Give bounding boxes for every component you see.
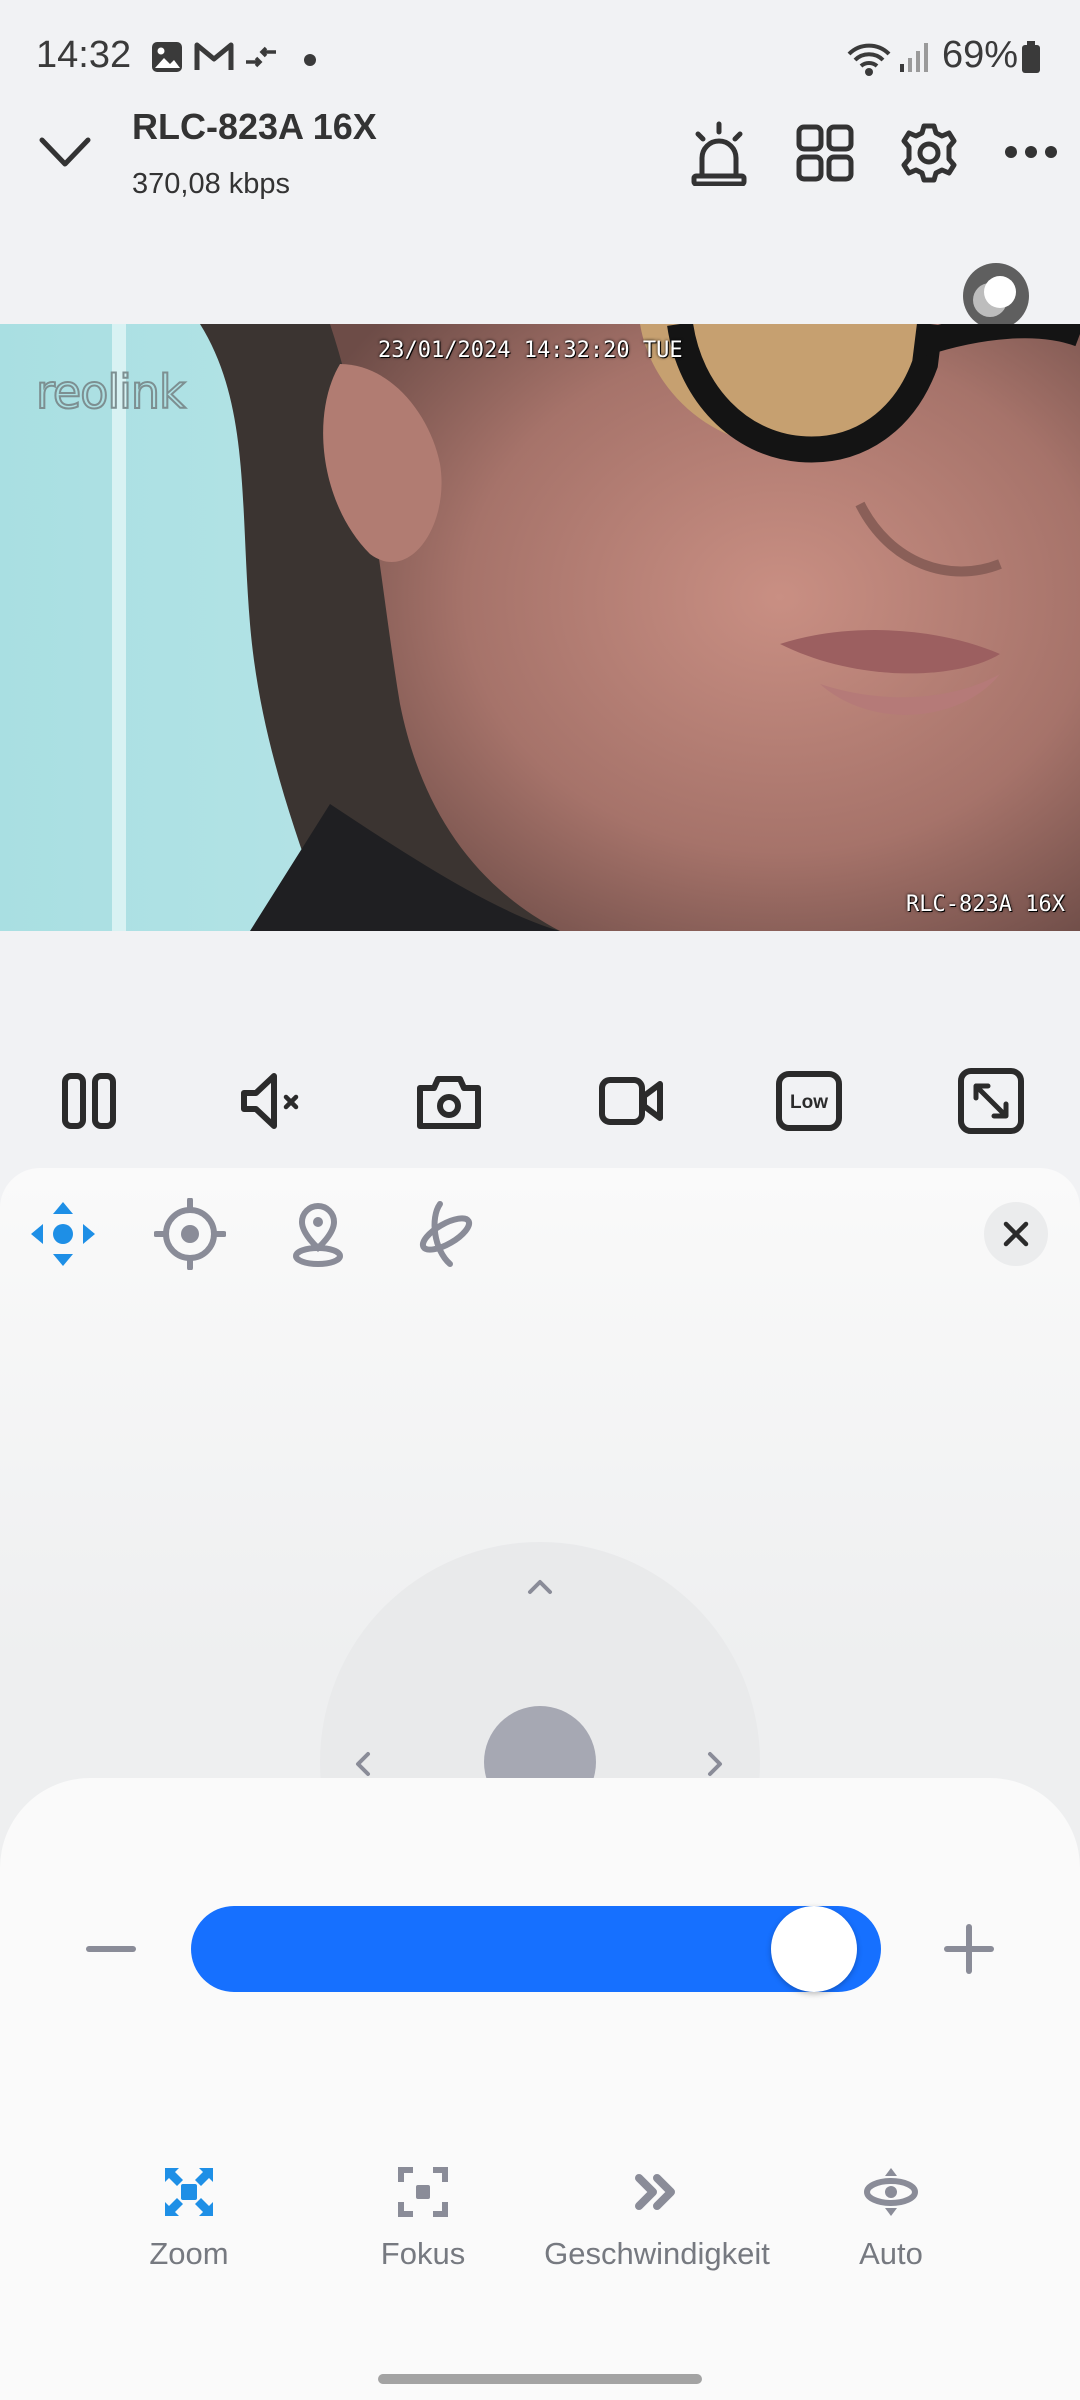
snapshot-camera-icon[interactable] xyxy=(414,1066,484,1136)
floating-assistant-button[interactable] xyxy=(962,262,1030,330)
battery-icon xyxy=(1022,41,1040,73)
notification-dot-icon xyxy=(304,54,316,66)
battery-percentage: 69% xyxy=(942,34,1019,76)
focus-icon xyxy=(398,2167,448,2217)
bitrate-readout: 370,08 kbps xyxy=(132,168,291,200)
fullscreen-expand-icon[interactable] xyxy=(956,1066,1026,1136)
data-transfer-icon xyxy=(246,46,276,68)
location-pin-tab-icon[interactable] xyxy=(282,1198,354,1270)
patrol-track-tab-icon[interactable] xyxy=(410,1198,482,1270)
zoom-out-minus-icon[interactable] xyxy=(84,1936,138,1962)
status-time: 14:32 xyxy=(36,34,132,76)
pan-left-chevron-icon[interactable] xyxy=(352,1748,374,1780)
siren-alarm-icon[interactable] xyxy=(690,120,748,186)
live-video-feed[interactable]: 23/01/2024 14:32:20 TUE RLC-823A 16X reo… xyxy=(0,324,1080,931)
more-options-icon[interactable] xyxy=(1003,144,1059,160)
auto-icon xyxy=(864,2168,918,2216)
camera-name: RLC-823A 16X xyxy=(132,106,377,147)
video-camera-label: RLC-823A 16X xyxy=(906,892,1065,917)
mode-focus-label: Fokus xyxy=(380,2236,466,2271)
close-icon xyxy=(1003,1221,1029,1247)
gmail-notification-icon xyxy=(194,42,234,70)
mode-auto-button[interactable]: Auto xyxy=(786,2150,996,2290)
preset-target-tab-icon[interactable] xyxy=(154,1198,226,1270)
zoom-slider-thumb[interactable] xyxy=(770,1906,857,1992)
mode-zoom-button[interactable]: Zoom xyxy=(84,2150,294,2290)
pan-up-chevron-icon[interactable] xyxy=(524,1576,556,1598)
ptz-direction-tab-icon[interactable] xyxy=(27,1198,99,1270)
stream-quality-label: Low xyxy=(790,1092,828,1113)
svg-text:reolink: reolink xyxy=(36,368,186,418)
pan-right-chevron-icon[interactable] xyxy=(704,1748,726,1780)
cell-signal-icon xyxy=(900,43,928,72)
zoom-icon xyxy=(165,2168,213,2216)
gallery-notification-icon xyxy=(152,42,182,72)
mute-speaker-icon[interactable] xyxy=(236,1066,306,1136)
wifi-icon xyxy=(847,43,891,76)
video-timestamp: 23/01/2024 14:32:20 TUE xyxy=(378,338,683,363)
collapse-chevron-icon[interactable] xyxy=(38,132,92,172)
mode-focus-button[interactable]: Fokus xyxy=(318,2150,528,2290)
mode-auto-label: Auto xyxy=(859,2236,923,2271)
mode-speed-button[interactable]: Geschwindigkeit xyxy=(524,2150,790,2290)
reolink-watermark-logo: reolink xyxy=(36,368,188,418)
grid-view-icon[interactable] xyxy=(796,124,854,182)
pause-icon[interactable] xyxy=(54,1066,124,1136)
settings-gear-icon[interactable] xyxy=(898,122,960,184)
mode-zoom-label: Zoom xyxy=(149,2236,229,2271)
record-video-icon[interactable] xyxy=(596,1066,666,1136)
close-ptz-button[interactable] xyxy=(984,1202,1048,1266)
zoom-control-sheet xyxy=(0,1778,1080,2400)
mode-speed-label: Geschwindigkeit xyxy=(544,2236,770,2271)
home-gesture-bar[interactable] xyxy=(378,2374,702,2384)
stream-quality-icon[interactable]: Low xyxy=(774,1066,844,1136)
zoom-in-plus-icon[interactable] xyxy=(942,1922,996,1976)
speed-icon xyxy=(635,2174,675,2210)
